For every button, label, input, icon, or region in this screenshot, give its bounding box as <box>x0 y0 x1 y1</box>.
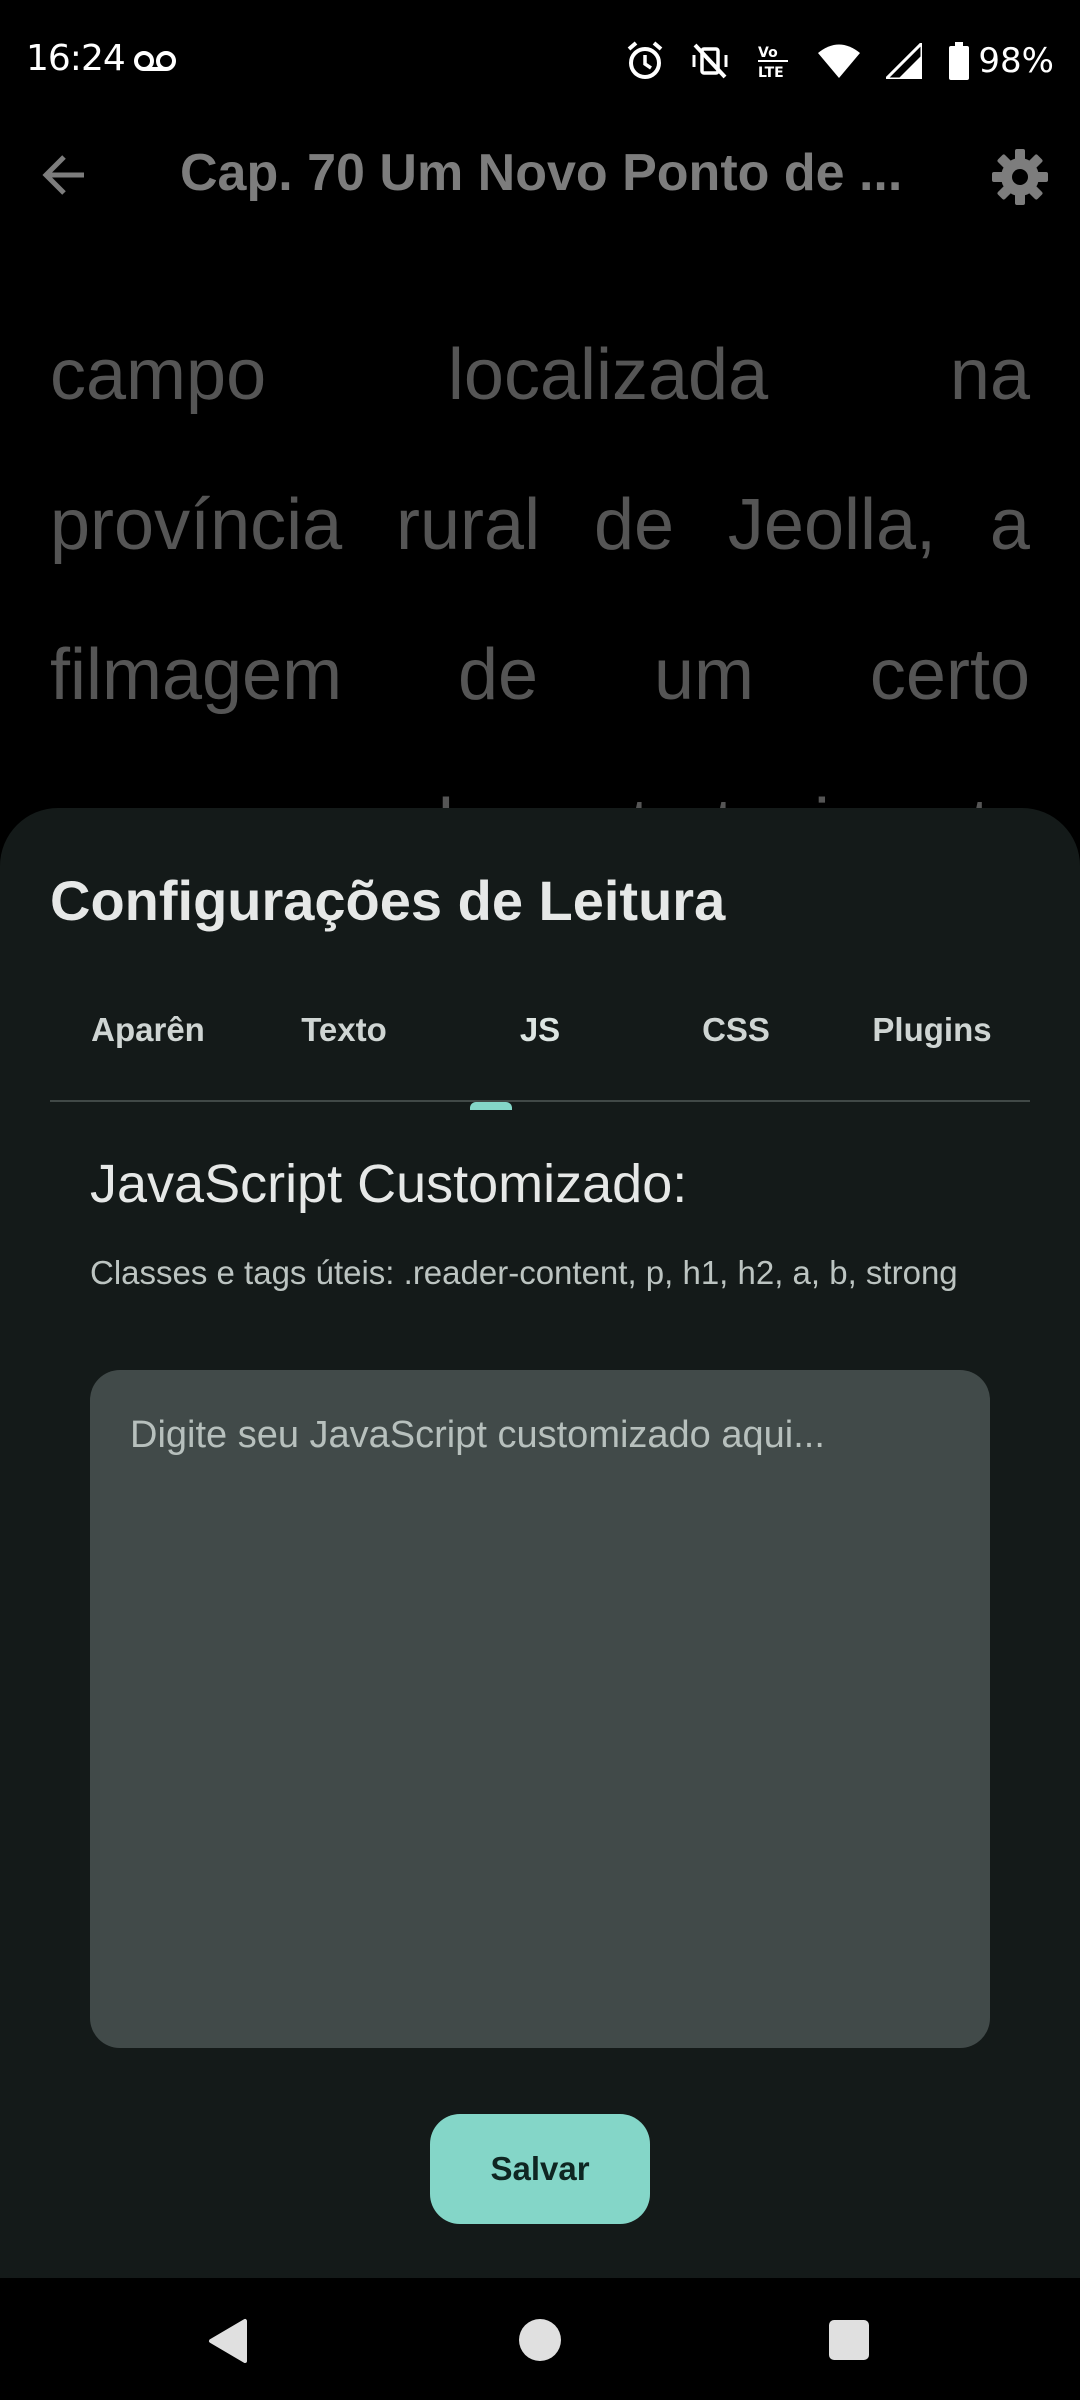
battery-percent: 98% <box>978 41 1054 81</box>
alarm-icon <box>628 41 663 79</box>
reader-word: de <box>593 485 675 565</box>
vibrate-off-icon <box>692 43 728 79</box>
save-button[interactable]: Salvar <box>430 2114 650 2224</box>
nav-recents-icon[interactable] <box>827 2318 871 2362</box>
signal-icon <box>886 43 923 79</box>
tab-plugins[interactable]: Plugins <box>834 1000 1030 1100</box>
reader-line: campo localizada na <box>50 300 1030 450</box>
status-bar: 16:24 Vo LTE 98% <box>0 0 1080 125</box>
system-nav-bar <box>0 2278 1080 2400</box>
tab-css[interactable]: CSS <box>638 1000 834 1100</box>
voicemail-icon <box>134 51 176 71</box>
wifi-icon <box>818 44 861 78</box>
reader-word: um <box>653 635 755 715</box>
app-bar: Cap. 70 Um Novo Ponto de ... <box>0 125 1080 225</box>
reader-word: Jeolla, <box>727 485 937 565</box>
reading-settings-sheet: Configurações de Leitura Aparên Texto JS… <box>0 808 1080 2278</box>
reader-line: província rural de Jeolla, a <box>50 450 1030 600</box>
reader-word: província <box>50 485 343 565</box>
settings-tabs: Aparên Texto JS CSS Plugins <box>50 1000 1030 1102</box>
reader-word: filmagem <box>50 635 343 715</box>
reader-word: campo <box>50 335 267 415</box>
screen: 16:24 Vo LTE 98% Cap. 70 Um Novo Ponto d… <box>0 0 1080 2400</box>
active-tab-indicator <box>470 1102 512 1110</box>
reader-word: localizada <box>447 335 769 415</box>
custom-js-input[interactable] <box>90 1370 990 2048</box>
tab-appearance[interactable]: Aparên <box>50 1000 246 1100</box>
svg-text:Vo: Vo <box>758 45 778 61</box>
nav-back-icon[interactable] <box>205 2316 255 2366</box>
volte-icon: Vo LTE <box>758 45 789 81</box>
section-heading: JavaScript Customizado: <box>90 1154 688 1214</box>
status-icons: Vo LTE 98% <box>626 38 1054 84</box>
reader-word: rural <box>396 485 541 565</box>
reader-word: de <box>457 635 539 715</box>
gear-icon[interactable] <box>990 147 1050 207</box>
arrow-back-icon[interactable] <box>40 149 100 201</box>
reader-line: filmagem de um certo <box>50 600 1030 750</box>
reader-word: na <box>949 335 1030 415</box>
battery-icon <box>949 42 970 80</box>
svg-text:LTE: LTE <box>758 65 784 81</box>
reader-word: certo <box>869 635 1030 715</box>
nav-home-icon[interactable] <box>516 2316 564 2364</box>
chapter-title: Cap. 70 Um Novo Ponto de ... <box>180 144 900 202</box>
tab-text[interactable]: Texto <box>246 1000 442 1100</box>
section-help-text: Classes e tags úteis: .reader-content, p… <box>90 1254 958 1291</box>
sheet-title: Configurações de Leitura <box>50 869 726 932</box>
status-time: 16:24 <box>26 38 126 79</box>
tab-js[interactable]: JS <box>442 1000 638 1100</box>
reader-word: a <box>989 485 1030 565</box>
